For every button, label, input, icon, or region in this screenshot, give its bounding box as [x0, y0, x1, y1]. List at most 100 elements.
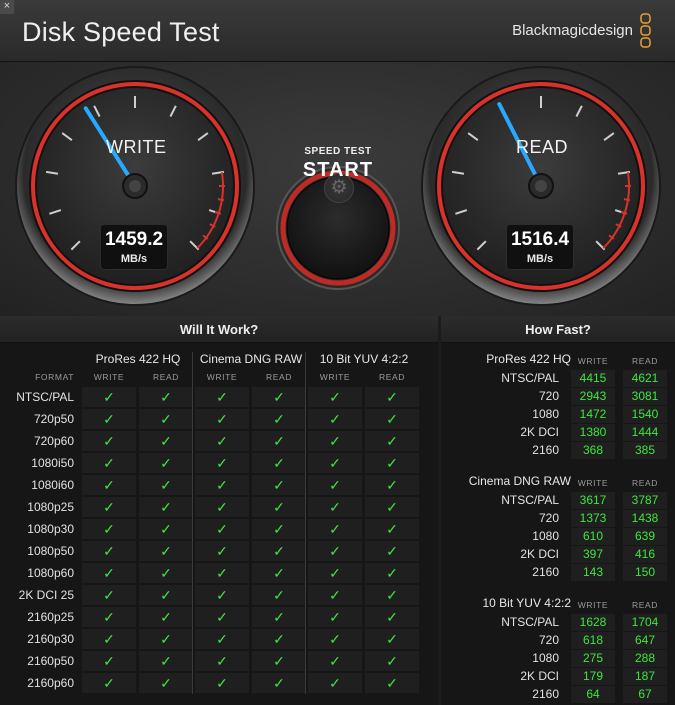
compatibility-check-icon: ✓ [195, 519, 249, 539]
compatibility-check-icon: ✓ [82, 541, 136, 561]
column-sub-label: READ [265, 372, 293, 382]
write-rate-value: 1472 [571, 406, 615, 423]
format-label: 2160 [532, 443, 559, 457]
how-fast-group-title: Cinema DNG RAW [468, 474, 571, 488]
write-rate-value: 143 [571, 564, 615, 581]
compatibility-check-icon: ✓ [252, 387, 306, 407]
compatibility-check-icon: ✓ [195, 409, 249, 429]
compatibility-check-icon: ✓ [252, 541, 306, 561]
format-label: 1080p30 [27, 522, 74, 536]
compatibility-check-icon: ✓ [252, 475, 306, 495]
compatibility-check-icon: ✓ [365, 387, 419, 407]
format-label: 2K DCI 25 [18, 588, 74, 602]
compatibility-check-icon: ✓ [82, 585, 136, 605]
compatibility-check-icon: ✓ [139, 453, 193, 473]
codec-header: 10 Bit YUV 4:2:2 [319, 352, 409, 366]
compatibility-check-icon: ✓ [308, 541, 362, 561]
compatibility-check-icon: ✓ [308, 475, 362, 495]
will-it-work-panel: Will It Work? ProRes 422 HQ WRITE READ Cine… [0, 316, 438, 705]
format-label: 2K DCI [520, 547, 559, 561]
read-rate-value: 187 [623, 668, 667, 685]
compatibility-check-icon: ✓ [82, 409, 136, 429]
close-icon[interactable]: × [0, 0, 14, 14]
format-label: NTSC/PAL [501, 493, 559, 507]
compatibility-check-icon: ✓ [365, 453, 419, 473]
column-sub-label: WRITE [206, 372, 238, 382]
write-speed-readout: 1459.2 MB/s [100, 224, 168, 270]
compatibility-check-icon: ✓ [195, 497, 249, 517]
compatibility-check-icon: ✓ [308, 673, 362, 693]
column-sub-label: WRITE [93, 372, 125, 382]
write-rate-value: 368 [571, 442, 615, 459]
compatibility-check-icon: ✓ [139, 475, 193, 495]
format-label: 2160 [532, 565, 559, 579]
write-rate-value: 610 [571, 528, 615, 545]
format-label: 1080i60 [31, 478, 74, 492]
start-button-label: START [302, 159, 374, 181]
read-gauge-label: READ [516, 137, 569, 157]
column-sub-label: READ [631, 478, 659, 488]
compatibility-check-icon: ✓ [308, 563, 362, 583]
write-rate-value: 1628 [571, 614, 615, 631]
column-sub-label: READ [378, 372, 406, 382]
brand-name: Blackmagicdesign [512, 22, 633, 39]
compatibility-check-icon: ✓ [308, 453, 362, 473]
how-fast-group-title: 10 Bit YUV 4:2:2 [482, 596, 572, 610]
read-rate-value: 67 [623, 686, 667, 703]
format-label: 1080i50 [31, 456, 74, 470]
write-rate-value: 179 [571, 668, 615, 685]
write-rate-value: 4415 [571, 370, 615, 387]
compatibility-check-icon: ✓ [365, 541, 419, 561]
format-label: 720 [538, 633, 559, 647]
read-rate-value: 1540 [623, 406, 667, 423]
title-bar: × Disk Speed Test Blackmagicdesign [0, 0, 675, 62]
will-it-work-title: Will It Work? [0, 316, 438, 343]
format-label: 2K DCI [520, 669, 559, 683]
compatibility-check-icon: ✓ [195, 651, 249, 671]
compatibility-check-icon: ✓ [365, 563, 419, 583]
column-divider [305, 352, 306, 694]
compatibility-check-icon: ✓ [139, 497, 193, 517]
compatibility-check-icon: ✓ [82, 651, 136, 671]
compatibility-check-icon: ✓ [252, 409, 306, 429]
read-rate-value: 385 [623, 442, 667, 459]
compatibility-check-icon: ✓ [82, 453, 136, 473]
compatibility-check-icon: ✓ [308, 387, 362, 407]
compatibility-check-icon: ✓ [195, 673, 249, 693]
write-rate-value: 64 [571, 686, 615, 703]
compatibility-check-icon: ✓ [252, 453, 306, 473]
format-label: 2160p50 [27, 654, 74, 668]
compatibility-check-icon: ✓ [82, 519, 136, 539]
compatibility-check-icon: ✓ [195, 475, 249, 495]
column-divider [192, 352, 193, 694]
compatibility-check-icon: ✓ [252, 519, 306, 539]
compatibility-check-icon: ✓ [82, 475, 136, 495]
column-sub-label: READ [631, 356, 659, 366]
compatibility-check-icon: ✓ [365, 585, 419, 605]
compatibility-check-icon: ✓ [82, 673, 136, 693]
write-rate-value: 275 [571, 650, 615, 667]
read-rate-value: 150 [623, 564, 667, 581]
format-label: 2160p60 [27, 676, 74, 690]
codec-header: Cinema DNG RAW [199, 352, 303, 366]
read-rate-value: 3081 [623, 388, 667, 405]
compatibility-check-icon: ✓ [252, 607, 306, 627]
compatibility-check-icon: ✓ [139, 409, 193, 429]
read-rate-value: 416 [623, 546, 667, 563]
write-speed-value: 1459.2 [104, 229, 164, 250]
blackmagic-logo-icon [640, 13, 651, 48]
compatibility-check-icon: ✓ [365, 497, 419, 517]
column-sub-label: READ [631, 600, 659, 610]
column-sub-label: WRITE [577, 600, 609, 610]
compatibility-check-icon: ✓ [308, 629, 362, 649]
format-label: 720 [538, 511, 559, 525]
compatibility-check-icon: ✓ [195, 453, 249, 473]
compatibility-check-icon: ✓ [82, 629, 136, 649]
compatibility-check-icon: ✓ [252, 629, 306, 649]
read-rate-value: 639 [623, 528, 667, 545]
compatibility-check-icon: ✓ [252, 585, 306, 605]
compatibility-check-icon: ✓ [195, 585, 249, 605]
write-speed-unit: MB/s [120, 253, 148, 265]
compatibility-check-icon: ✓ [139, 519, 193, 539]
compatibility-check-icon: ✓ [82, 563, 136, 583]
